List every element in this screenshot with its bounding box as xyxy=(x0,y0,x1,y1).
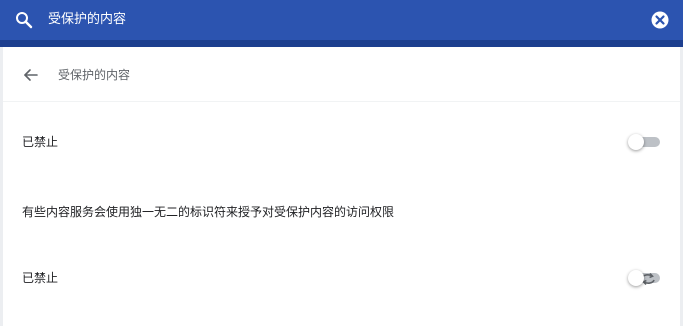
setting-description: 有些内容服务会使用独一无二的标识符来授予对受保护内容的访问权限 xyxy=(22,205,395,219)
settings-card: 受保护的内容 已禁止 有些内容服务会使用独一无二的标识符来授予对受保护内容的访问… xyxy=(3,47,680,326)
subpage-header: 受保护的内容 xyxy=(3,47,680,101)
toggle-knob xyxy=(628,134,644,150)
setting-label: 已禁止 xyxy=(22,271,59,285)
setting-label: 已禁止 xyxy=(22,135,59,149)
identifiers-toggle[interactable] xyxy=(628,270,662,286)
search-icon xyxy=(15,11,33,29)
toggle-knob xyxy=(628,270,644,286)
header-band xyxy=(0,40,683,47)
search-input[interactable]: 受保护的内容 xyxy=(48,10,126,30)
close-circle-icon[interactable] xyxy=(650,10,670,30)
setting-row-protected-content: 已禁止 xyxy=(3,120,680,164)
setting-row-identifiers: 已禁止 xyxy=(3,256,680,300)
protected-content-toggle[interactable] xyxy=(628,134,662,150)
page-title: 受保护的内容 xyxy=(58,68,131,82)
divider xyxy=(3,101,680,102)
search-bar: 受保护的内容 xyxy=(0,0,683,40)
arrow-left-icon[interactable] xyxy=(22,66,40,84)
